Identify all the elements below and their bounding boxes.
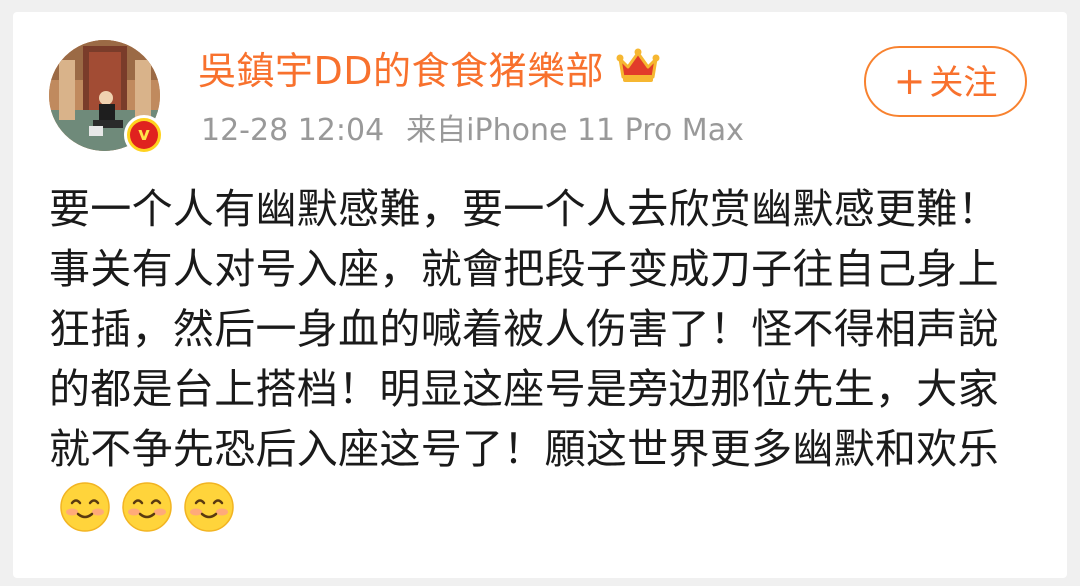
post-source: 来自iPhone 11 Pro Max [406, 113, 744, 148]
follow-button[interactable]: + 关注 [864, 46, 1027, 117]
author-name-row: 吳鎮宇DD的食食猪樂部 [198, 48, 660, 95]
crown-icon[interactable] [616, 47, 660, 95]
post-text: 要一个人有幽默感難，要一个人去欣赏幽默感更難！事关有人对号入座，就會把段子变成刀… [49, 185, 999, 473]
follow-button-label: 关注 [929, 63, 998, 103]
plus-icon: + [893, 59, 926, 103]
verified-v-icon: v [130, 121, 158, 149]
smile-emoji [59, 481, 111, 533]
post-timestamp: 12-28 12:04 [201, 113, 385, 148]
author-name[interactable]: 吳鎮宇DD的食食猪樂部 [198, 49, 604, 93]
weibo-post-card: v 吳鎮宇DD的食食猪樂部 12-28 12:04 来自iPhone 11 Pro… [13, 12, 1067, 578]
verified-badge-icon: v [124, 115, 164, 155]
post-meta: 12-28 12:04 来自iPhone 11 Pro Max [201, 113, 744, 149]
smile-emoji [121, 481, 173, 533]
post-body: 要一个人有幽默感難，要一个人去欣赏幽默感更難！事关有人对号入座，就會把段子变成刀… [49, 179, 1009, 539]
smile-emoji [183, 481, 235, 533]
